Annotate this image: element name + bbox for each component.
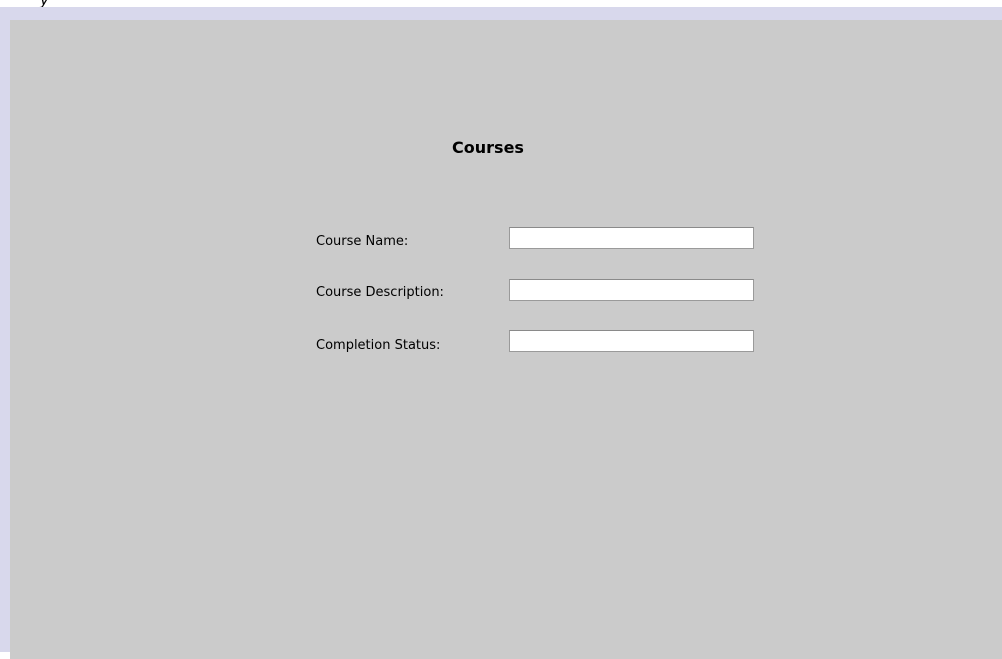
completion-status-input[interactable] xyxy=(509,330,754,352)
course-name-input[interactable] xyxy=(509,227,754,249)
course-name-label: Course Name: xyxy=(316,234,409,249)
page-title: Courses xyxy=(452,138,524,157)
course-description-label: Course Description: xyxy=(316,285,444,300)
window-frame: Courses Course Name: Course Description:… xyxy=(0,7,1002,659)
course-description-input[interactable] xyxy=(509,279,754,301)
courses-panel: Courses Course Name: Course Description:… xyxy=(10,20,1002,659)
completion-status-label: Completion Status: xyxy=(316,338,441,353)
